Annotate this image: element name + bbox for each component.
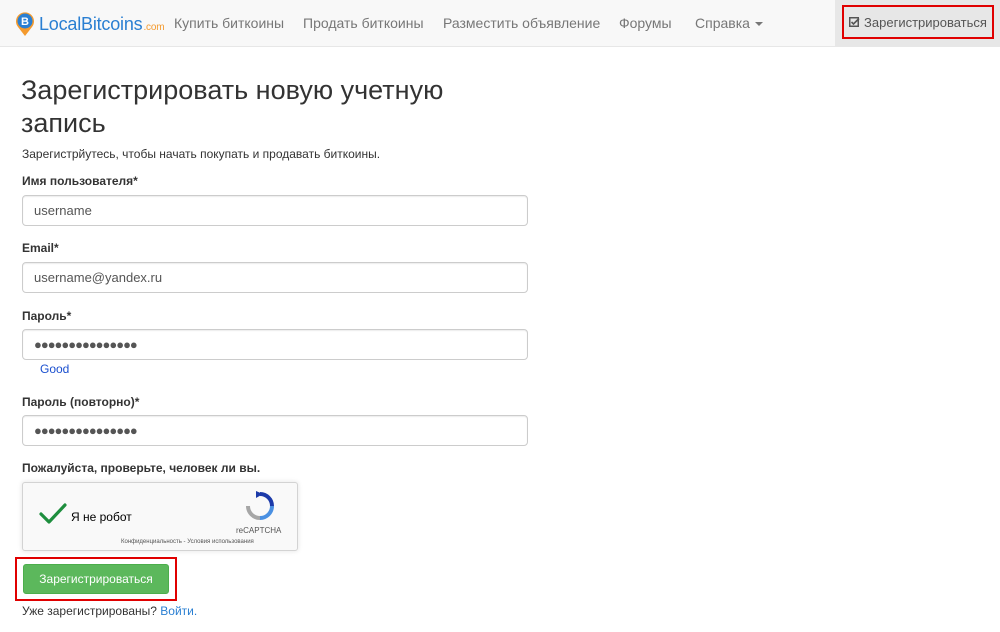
nav-sell-bitcoins[interactable]: Продать биткоины <box>303 15 424 31</box>
recaptcha-brand: reCAPTCHA <box>236 526 282 535</box>
nav-help-dropdown[interactable]: Справка <box>695 15 763 31</box>
checkbox-icon <box>849 16 860 28</box>
recaptcha-logo-icon <box>245 491 275 526</box>
login-link[interactable]: Войти. <box>160 604 197 618</box>
brand-name: LocalBitcoins.com <box>39 13 165 34</box>
nav-post-ad[interactable]: Разместить объявление <box>443 15 600 31</box>
svg-text:B: B <box>21 16 29 28</box>
email-input[interactable] <box>22 262 528 293</box>
brand-logo-link[interactable]: B LocalBitcoins.com <box>14 10 165 38</box>
password-label: Пароль* <box>22 309 72 323</box>
password-value: ●●●●●●●●●●●●●●● <box>34 337 138 352</box>
nav-help-label: Справка <box>695 15 750 31</box>
submit-highlight: Зарегистрироваться <box>15 557 177 601</box>
nav-register-label: Зарегистрироваться <box>864 14 987 30</box>
username-input[interactable] <box>22 195 528 226</box>
nav-register-container: Зарегистрироваться <box>835 0 1000 47</box>
email-label: Email* <box>22 241 59 255</box>
login-prompt: Уже зарегистрированы? Войти. <box>22 604 197 618</box>
nav-register-link[interactable]: Зарегистрироваться <box>842 5 994 39</box>
recaptcha-links[interactable]: Конфиденциальность - Условия использован… <box>121 539 254 545</box>
password-repeat-label: Пароль (повторно)* <box>22 395 140 409</box>
page-title: Зарегистрировать новую учетную запись <box>21 75 444 138</box>
password-repeat-input[interactable]: ●●●●●●●●●●●●●●● <box>22 415 528 446</box>
password-strength-indicator: Good <box>40 362 70 376</box>
recaptcha-widget: Я не робот reCAPTCHA Конфиденциальность … <box>22 482 298 551</box>
recaptcha-label: Я не робот <box>71 510 132 524</box>
password-input[interactable]: ●●●●●●●●●●●●●●● <box>22 329 528 360</box>
recaptcha-checkbox[interactable] <box>39 503 67 530</box>
caret-down-icon <box>754 22 763 27</box>
top-navbar: B LocalBitcoins.com Купить биткоины Прод… <box>0 0 1000 47</box>
brand-suffix: .com <box>143 21 165 33</box>
page-subtitle: Зарегистрйутесь, чтобы начать покупать и… <box>22 147 381 161</box>
password-repeat-value: ●●●●●●●●●●●●●●● <box>34 423 138 438</box>
login-prompt-text: Уже зарегистрированы? <box>22 604 157 618</box>
nav-forums[interactable]: Форумы <box>619 15 672 31</box>
bitcoin-pin-icon: B <box>14 11 36 37</box>
register-submit-button[interactable]: Зарегистрироваться <box>23 564 169 594</box>
nav-buy-bitcoins[interactable]: Купить биткоины <box>174 15 284 31</box>
username-label: Имя пользователя* <box>22 174 138 188</box>
captcha-prompt: Пожалуйста, проверьте, человек ли вы. <box>22 461 261 475</box>
